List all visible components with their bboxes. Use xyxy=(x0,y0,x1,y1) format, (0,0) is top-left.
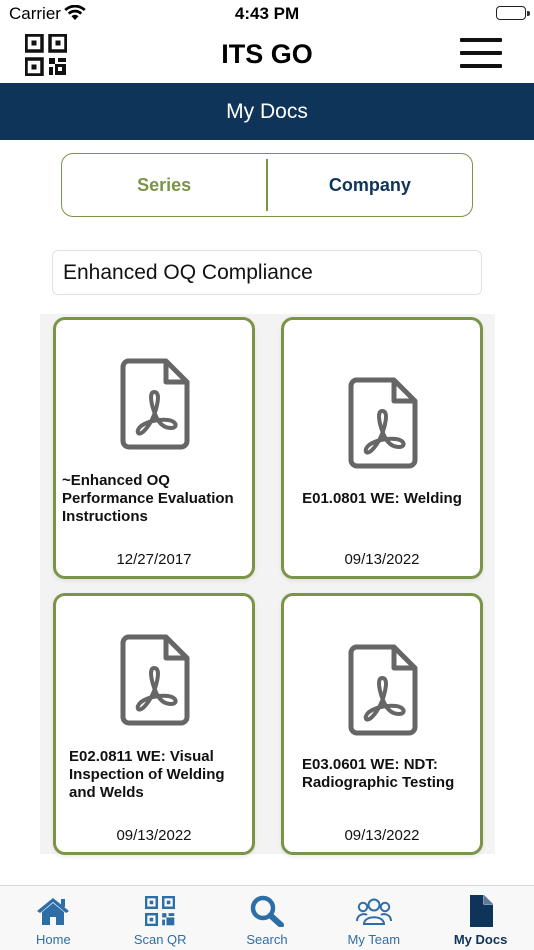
document-date: 09/13/2022 xyxy=(344,551,420,568)
tab-label: My Docs xyxy=(453,932,508,947)
document-title: E03.0601 WE: NDT: Radiographic Testing xyxy=(302,756,455,791)
tab-label: My Team xyxy=(347,932,401,947)
hamburger-menu-icon[interactable] xyxy=(460,38,502,68)
tab-label: Search xyxy=(246,932,288,947)
tab-label: Scan QR xyxy=(133,932,187,947)
clock: 4:43 PM xyxy=(234,4,300,23)
document-card[interactable]: ~Enhanced OQ Performance Evaluation Inst… xyxy=(53,317,255,579)
document-date: 09/13/2022 xyxy=(344,827,420,844)
team-icon xyxy=(355,894,392,928)
page-title: My Docs xyxy=(226,99,308,123)
tab-my-docs[interactable]: My Docs xyxy=(427,886,534,950)
home-icon xyxy=(35,894,71,928)
pdf-file-icon xyxy=(348,377,418,469)
document-card[interactable]: E01.0801 WE: Welding 09/13/2022 xyxy=(281,317,483,579)
document-card[interactable]: E02.0811 WE: Visual Inspection of Weldin… xyxy=(53,593,255,855)
battery-icon xyxy=(496,6,530,20)
document-date: 09/13/2022 xyxy=(116,827,192,844)
segment-series[interactable]: Series xyxy=(62,175,266,196)
document-title: E01.0801 WE: Welding xyxy=(302,490,462,507)
segment-company[interactable]: Company xyxy=(268,175,472,196)
tab-search[interactable]: Search xyxy=(214,886,321,950)
series-selector-field[interactable]: Enhanced OQ Compliance xyxy=(52,250,482,295)
tab-scan-qr[interactable]: Scan QR xyxy=(107,886,214,950)
document-title: E02.0811 WE: Visual Inspection of Weldin… xyxy=(69,748,225,801)
search-icon xyxy=(249,894,285,928)
document-date: 12/27/2017 xyxy=(116,551,192,568)
app-header: ITS GO xyxy=(0,28,534,83)
tab-label: Home xyxy=(36,932,71,947)
pdf-file-icon xyxy=(120,634,190,726)
pdf-file-icon xyxy=(348,644,418,736)
document-title: ~Enhanced OQ Performance Evaluation Inst… xyxy=(62,472,234,525)
tab-home[interactable]: Home xyxy=(0,886,107,950)
page-title-bar: My Docs xyxy=(0,83,534,140)
segmented-control: Series Company xyxy=(61,153,473,217)
tab-my-team[interactable]: My Team xyxy=(320,886,427,950)
app-title: ITS GO xyxy=(221,39,313,69)
document-card[interactable]: E03.0601 WE: NDT: Radiographic Testing 0… xyxy=(281,593,483,855)
qr-code-icon xyxy=(142,894,178,928)
tab-bar: Home Scan QR Search My Team My Docs xyxy=(0,885,534,950)
status-bar: Carrier 4:43 PM xyxy=(0,0,534,28)
pdf-file-icon xyxy=(120,358,190,450)
document-icon xyxy=(463,894,499,928)
